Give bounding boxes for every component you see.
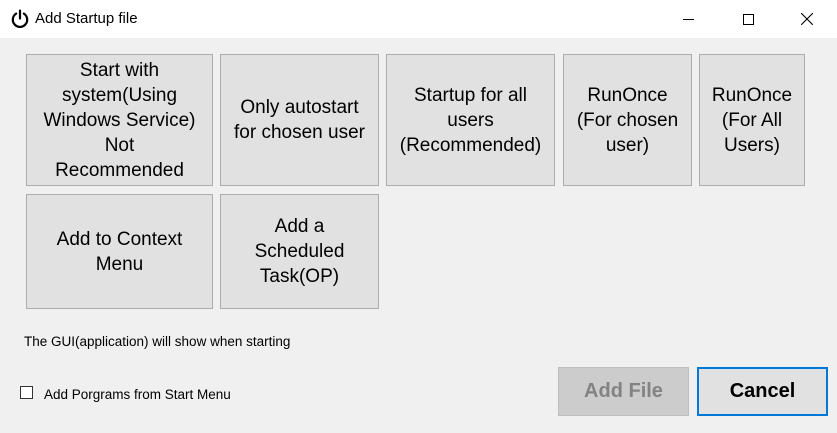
- maximize-button[interactable]: [725, 0, 771, 38]
- minimize-button[interactable]: [665, 0, 711, 38]
- add-scheduled-task-button[interactable]: Add a Scheduled Task(OP): [220, 194, 379, 309]
- close-button[interactable]: [784, 0, 830, 38]
- add-to-context-menu-button[interactable]: Add to Context Menu: [26, 194, 213, 309]
- autostart-chosen-user-button[interactable]: Only autostart for chosen user: [220, 54, 379, 186]
- start-menu-checkbox-label[interactable]: Add Porgrams from Start Menu: [44, 387, 231, 403]
- runonce-chosen-user-button[interactable]: RunOnce (For chosen user): [563, 54, 692, 186]
- minimize-icon: [682, 14, 694, 25]
- cancel-button[interactable]: Cancel: [697, 367, 828, 416]
- power-icon: [10, 9, 30, 29]
- window-title: Add Startup file: [35, 10, 138, 27]
- start-with-system-service-button[interactable]: Start with system(Using Windows Service)…: [26, 54, 213, 186]
- startup-all-users-button[interactable]: Startup for all users (Recommended): [386, 54, 555, 186]
- title-bar: Add Startup file: [0, 0, 837, 38]
- maximize-icon: [742, 13, 754, 25]
- add-file-button[interactable]: Add File: [558, 367, 689, 416]
- runonce-all-users-button[interactable]: RunOnce (For All Users): [699, 54, 805, 186]
- start-menu-checkbox[interactable]: [20, 386, 33, 399]
- close-icon: [801, 13, 813, 25]
- status-text: The GUI(application) will show when star…: [24, 334, 291, 349]
